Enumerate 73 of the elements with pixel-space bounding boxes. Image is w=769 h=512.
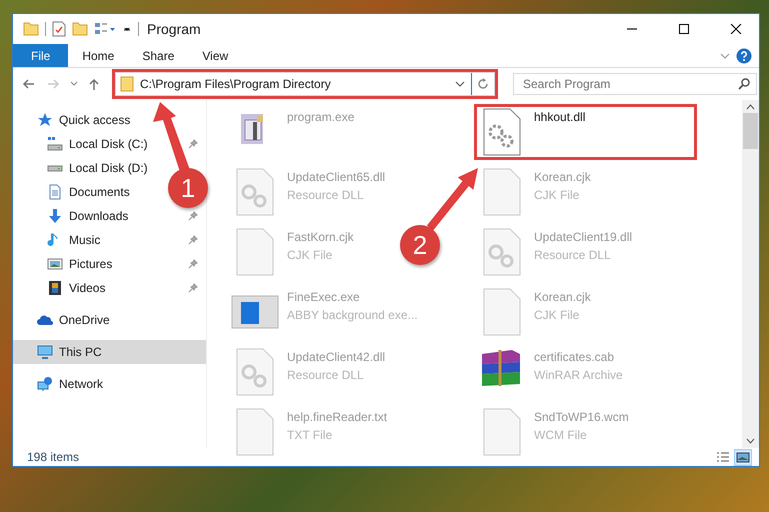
drive-icon (47, 164, 63, 172)
file-type: CJK File (534, 307, 580, 324)
file-name: UpdateClient19.dll (534, 229, 632, 246)
film-icon (47, 280, 63, 296)
forward-arrow-icon (46, 78, 60, 90)
scroll-up-icon[interactable] (746, 104, 755, 110)
file-name: FastKorn.cjk (287, 229, 354, 246)
download-arrow-icon (47, 208, 63, 224)
maximize-icon (678, 24, 690, 34)
sidebar-item[interactable]: Downloads (13, 204, 132, 228)
ribbon-tab[interactable]: File (13, 44, 68, 67)
scroll-down-icon[interactable] (746, 438, 755, 444)
file-name: SndToWP16.wcm (534, 409, 629, 426)
monitor-icon (37, 344, 53, 360)
sidebar-item[interactable]: Quick access (13, 108, 134, 132)
file-type: CJK File (534, 187, 580, 204)
sidebar-item[interactable]: Music (13, 228, 104, 252)
ribbon-tab[interactable]: Share (128, 44, 188, 67)
file-type: WCM File (534, 427, 588, 444)
help-icon (736, 48, 752, 64)
sidebar-item[interactable]: OneDrive (13, 308, 114, 332)
address-field[interactable]: C:\Program Files\Program Directory (115, 72, 495, 96)
file-name: Korean.cjk (534, 169, 591, 186)
file-name: program.exe (287, 109, 354, 126)
sidebar-item[interactable]: Documents (13, 180, 134, 204)
file-name: help.fineReader.txt (287, 409, 388, 426)
chevron-icon (720, 52, 730, 60)
sidebar-item[interactable]: This PC (13, 340, 206, 364)
file-type: ABBY background exe... (287, 307, 418, 324)
annotation-arrow (426, 168, 478, 230)
star-icon (37, 112, 53, 128)
sidebar-item[interactable]: Pictures (13, 252, 116, 276)
file-name: UpdateClient42.dll (287, 349, 386, 366)
file-type: WinRAR Archive (534, 367, 623, 384)
sidebar-item[interactable]: Network (13, 372, 108, 396)
search-field[interactable]: Search Program (513, 73, 757, 95)
file-name: FineExec.exe (287, 289, 361, 306)
scrollbar-thumb[interactable] (743, 113, 758, 149)
folder-icon (120, 76, 134, 92)
document-icon (47, 184, 63, 200)
back-arrow-icon (22, 78, 36, 90)
file-name: Korean.cjk (534, 289, 591, 306)
close-icon (730, 24, 742, 34)
scrollbar[interactable] (742, 100, 759, 448)
file-type: CJK File (287, 247, 334, 264)
checklist-icon[interactable] (52, 21, 66, 37)
file-name: hhkout.dll (534, 109, 586, 126)
view-dropdown-icon[interactable] (94, 21, 116, 37)
file-type: Resource DLL (287, 367, 365, 384)
address-path: C:\Program Files\Program Directory (140, 76, 332, 93)
sidebar-item[interactable]: Local Disk (C:) (13, 132, 152, 156)
drive-icon (47, 136, 63, 152)
chevron-icon[interactable] (455, 80, 465, 88)
ribbon-tab[interactable]: Home (68, 44, 128, 67)
refresh-icon (477, 78, 489, 90)
network-icon (37, 376, 53, 392)
file-item[interactable]: hhkout.dll (474, 104, 697, 160)
search-icon (738, 78, 750, 90)
file-type: Resource DLL (287, 187, 365, 204)
up-arrow-icon (88, 78, 100, 90)
annotation-arrow (153, 102, 190, 172)
sidebar-item[interactable]: Local Disk (D:) (13, 156, 152, 180)
file-type: Resource DLL (534, 247, 612, 264)
sidebar-item[interactable]: Videos (13, 276, 110, 300)
file-name: UpdateClient65.dll (287, 169, 386, 186)
window-title: Program (147, 20, 201, 39)
ribbon-tab[interactable]: View (188, 44, 242, 67)
item-count: 198 items (27, 449, 80, 466)
file-type: TXT File (287, 427, 334, 444)
details-view-icon (716, 450, 730, 464)
details-view-button[interactable] (715, 450, 731, 464)
file-name: certificates.cab (534, 349, 616, 366)
picture-icon (47, 256, 63, 272)
